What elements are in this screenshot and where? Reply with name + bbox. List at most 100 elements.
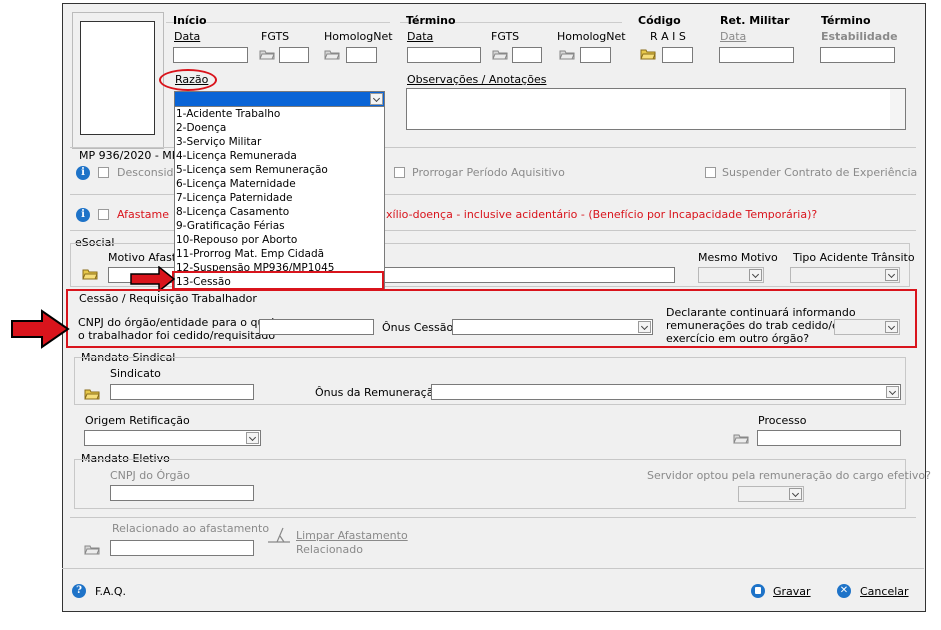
suspender-checkbox[interactable] bbox=[705, 167, 716, 178]
cessao-cnpj-input[interactable] bbox=[259, 319, 374, 335]
origem-select[interactable] bbox=[84, 430, 261, 446]
termino-title: Término bbox=[406, 14, 456, 27]
desconsiderar-checkbox[interactable] bbox=[98, 167, 109, 178]
tipo-acidente-select[interactable] bbox=[790, 267, 900, 283]
cessao-title: Cessão / Requisição Trabalhador bbox=[79, 292, 257, 305]
chevron-down-icon[interactable] bbox=[886, 386, 899, 398]
dropdown-option[interactable]: 9-Gratificação Férias bbox=[176, 219, 285, 233]
dropdown-option[interactable]: 6-Licença Maternidade bbox=[176, 177, 296, 191]
save-icon[interactable] bbox=[751, 584, 765, 598]
inicio-title: Início bbox=[173, 14, 207, 27]
processo-label: Processo bbox=[758, 414, 807, 427]
declarante-label-3: exercício em outro órgão? bbox=[666, 332, 810, 345]
red-arrow-icon bbox=[11, 309, 70, 349]
mandato-cnpj-label: CNPJ do Órgão bbox=[110, 469, 190, 482]
eraser-icon[interactable] bbox=[266, 526, 292, 550]
razao-dropdown-list[interactable]: 1-Acidente Trabalho 2-Doença 3-Serviço M… bbox=[174, 106, 385, 289]
sindicato-input[interactable] bbox=[110, 384, 254, 400]
folder-icon[interactable] bbox=[324, 48, 340, 60]
codigo-rais-input[interactable] bbox=[662, 47, 693, 63]
esocial-motivo-label: Motivo Afasta bbox=[108, 251, 183, 264]
chevron-down-icon[interactable] bbox=[885, 269, 898, 281]
chevron-down-icon[interactable] bbox=[638, 321, 651, 333]
ret-militar-title: Ret. Militar bbox=[720, 14, 790, 27]
save-button[interactable]: Gravar bbox=[773, 585, 811, 598]
folder-icon[interactable] bbox=[84, 543, 100, 555]
cancel-button[interactable]: Cancelar bbox=[860, 585, 909, 598]
onus-cessao-label: Ônus Cessão bbox=[382, 321, 454, 334]
ret-militar-data-input[interactable] bbox=[719, 47, 794, 63]
mandato-cnpj-input[interactable] bbox=[110, 485, 254, 501]
cessao-option-highlight bbox=[172, 271, 384, 290]
declarante-label-1: Declarante continuará informando bbox=[666, 306, 856, 319]
dropdown-option[interactable]: 4-Licença Remunerada bbox=[176, 149, 297, 163]
relacionado-input[interactable] bbox=[110, 540, 254, 556]
chevron-down-icon[interactable] bbox=[246, 432, 259, 444]
folder-icon[interactable] bbox=[559, 48, 575, 60]
servidor-select[interactable] bbox=[738, 486, 804, 502]
chevron-down-icon[interactable] bbox=[749, 269, 762, 281]
afastamento-checkbox[interactable] bbox=[98, 209, 109, 220]
chevron-down-icon[interactable] bbox=[370, 93, 383, 105]
dropdown-option[interactable]: 11-Prorrog Mat. Emp Cidadã bbox=[176, 247, 324, 261]
limpar-label-2[interactable]: Relacionado bbox=[296, 543, 363, 556]
tipo-acidente-label: Tipo Acidente Trânsito bbox=[793, 251, 915, 264]
mp-title: MP 936/2020 - MP 1 bbox=[79, 149, 189, 162]
onus-remuneracao-label: Ônus da Remuneração bbox=[315, 386, 441, 399]
processo-input[interactable] bbox=[757, 430, 901, 446]
folder-icon[interactable] bbox=[259, 48, 275, 60]
dropdown-option[interactable]: 3-Serviço Militar bbox=[176, 135, 261, 149]
divider bbox=[70, 517, 916, 518]
info-icon[interactable]: i bbox=[76, 208, 90, 222]
termino-homolognet-input[interactable] bbox=[580, 47, 611, 63]
inicio-homolognet-label: HomologNet bbox=[324, 30, 393, 43]
codigo-title: Código bbox=[638, 14, 681, 27]
suspender-label: Suspender Contrato de Experiência bbox=[722, 166, 918, 179]
obs-textarea[interactable] bbox=[406, 88, 906, 130]
onus-remuneracao-select[interactable] bbox=[431, 384, 901, 400]
folder-icon[interactable] bbox=[492, 48, 508, 60]
divider bbox=[62, 568, 924, 569]
faq-link[interactable]: F.A.Q. bbox=[95, 585, 126, 598]
servidor-label: Servidor optou pela remuneração do cargo… bbox=[647, 469, 931, 482]
dropdown-option[interactable]: 8-Licença Casamento bbox=[176, 205, 289, 219]
folder-open-icon[interactable] bbox=[82, 268, 98, 280]
ret-militar-data-label: Data bbox=[720, 30, 747, 43]
razao-select[interactable] bbox=[174, 91, 385, 107]
esocial-desc-input[interactable] bbox=[384, 267, 675, 283]
folder-open-icon[interactable] bbox=[640, 48, 656, 60]
desconsiderar-label: Desconside bbox=[117, 166, 181, 179]
chevron-down-icon[interactable] bbox=[885, 321, 898, 333]
inicio-fgts-input[interactable] bbox=[279, 47, 309, 63]
inicio-data-label: Data bbox=[174, 30, 201, 43]
termino-estab-input[interactable] bbox=[820, 47, 895, 63]
mesmo-motivo-label: Mesmo Motivo bbox=[698, 251, 778, 264]
folder-icon[interactable] bbox=[733, 432, 749, 444]
photo-placeholder[interactable] bbox=[80, 21, 155, 135]
termino-data-input[interactable] bbox=[407, 47, 481, 63]
dropdown-option[interactable]: 10-Repouso por Aborto bbox=[176, 233, 297, 247]
help-icon[interactable]: ? bbox=[72, 584, 86, 598]
declarante-label-2: remunerações do trab cedido/em bbox=[666, 319, 850, 332]
onus-cessao-select[interactable] bbox=[452, 319, 653, 335]
dropdown-option[interactable]: 1-Acidente Trabalho bbox=[176, 107, 280, 121]
prorrogar-checkbox[interactable] bbox=[394, 167, 405, 178]
inicio-homolognet-input[interactable] bbox=[346, 47, 377, 63]
cancel-icon[interactable]: ✕ bbox=[837, 584, 851, 598]
chevron-down-icon[interactable] bbox=[789, 488, 802, 500]
declarante-select[interactable] bbox=[834, 319, 900, 335]
limpar-label-1[interactable]: Limpar Afastamento bbox=[296, 529, 408, 542]
inicio-data-input[interactable] bbox=[173, 47, 248, 63]
razao-label: Razão bbox=[175, 73, 209, 86]
folder-open-icon[interactable] bbox=[84, 388, 100, 400]
relacionado-label: Relacionado ao afastamento bbox=[112, 522, 270, 535]
termino-fgts-input[interactable] bbox=[512, 47, 542, 63]
obs-scrollbar[interactable] bbox=[890, 89, 905, 129]
info-icon[interactable]: i bbox=[76, 166, 90, 180]
dropdown-option[interactable]: 2-Doença bbox=[176, 121, 226, 135]
dropdown-option[interactable]: 7-Licença Paternidade bbox=[176, 191, 292, 205]
obs-label: Observações / Anotações bbox=[407, 73, 547, 86]
sindicato-label: Sindicato bbox=[110, 367, 161, 380]
mesmo-motivo-select[interactable] bbox=[698, 267, 764, 283]
dropdown-option[interactable]: 5-Licença sem Remuneração bbox=[176, 163, 328, 177]
